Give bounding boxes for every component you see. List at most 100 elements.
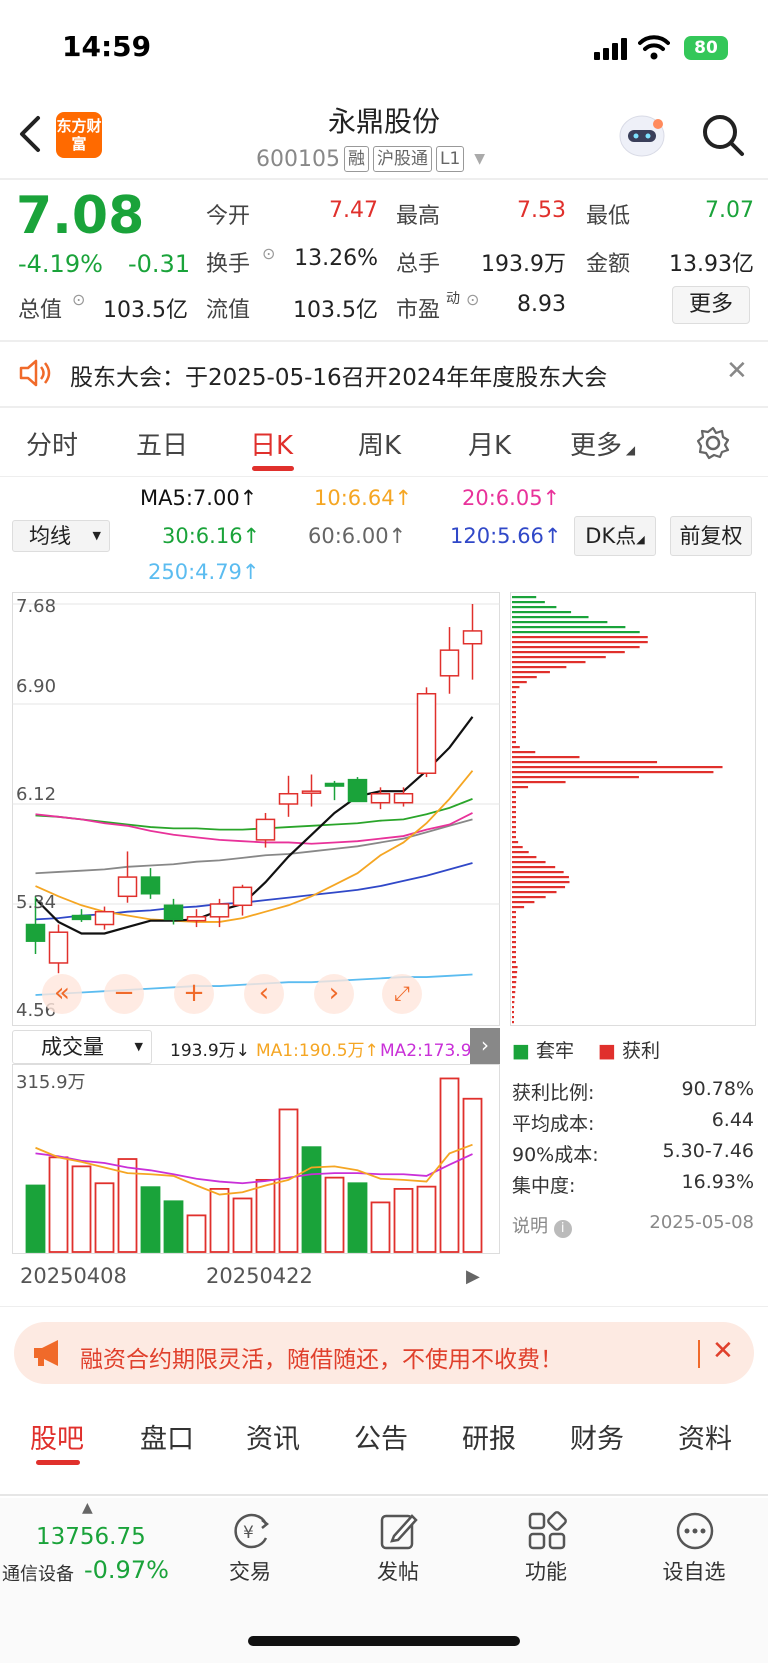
volume-bar (462, 1097, 483, 1253)
robot-assistant-icon[interactable] (614, 110, 670, 160)
tab-more[interactable]: 更多 ◢ (570, 425, 635, 462)
chip-bar (512, 801, 516, 804)
tab-research[interactable]: 研报 (462, 1417, 516, 1456)
more-button[interactable]: 更多 (672, 286, 750, 324)
chip-bar (512, 971, 518, 974)
battery-indicator: 80 (684, 36, 728, 60)
nav-functions[interactable]: 功能 (496, 1556, 596, 1586)
fullscreen-icon[interactable]: ⤢ (382, 974, 422, 1014)
chip-bar (512, 761, 658, 764)
volume-bar (140, 1186, 161, 1253)
chip-bar (512, 736, 516, 739)
chip-label-concentration: 集中度: (512, 1175, 576, 1197)
info-dots-icon[interactable]: ⊙ (262, 244, 275, 263)
ma30-line (35, 798, 473, 831)
chip-bar (512, 641, 648, 644)
chip-bar (512, 601, 545, 604)
kline-chart[interactable] (12, 592, 500, 1026)
legend-loss: ■ 套牢 (512, 1040, 575, 1062)
tab-finance[interactable]: 财务 (570, 1417, 624, 1456)
chip-value-avg-cost: 6.44 (711, 1109, 754, 1131)
chip-bar (512, 711, 516, 714)
zoom-in-icon[interactable]: + (174, 974, 214, 1014)
settings-gear-icon[interactable] (696, 426, 730, 460)
chip-bar (512, 901, 535, 904)
chip-bar (512, 701, 516, 704)
chip-bar (512, 776, 639, 779)
stock-code-row[interactable]: 600105 融 沪股通 L1 ▼ (256, 146, 485, 172)
scroll-left-icon[interactable]: ‹ (244, 974, 284, 1014)
rewind-icon[interactable]: « (42, 974, 82, 1014)
chip-value-profit-ratio: 90.78% (681, 1078, 754, 1100)
nav-post[interactable]: 发帖 (348, 1556, 448, 1586)
candle-body (347, 778, 368, 803)
more-dots-icon[interactable] (674, 1510, 716, 1552)
candle-body (416, 692, 437, 774)
notice-text[interactable]: 股东大会：于2025-05-16召开2024年年度股东大会 (70, 358, 607, 392)
turnover-label: 换手 (206, 252, 251, 277)
chip-bar (512, 1006, 514, 1009)
search-icon[interactable] (700, 112, 748, 160)
chip-bar (512, 791, 516, 794)
index-value[interactable]: 13756.75 (36, 1524, 146, 1550)
volume-bar (301, 1146, 322, 1253)
tab-five-day[interactable]: 五日 (136, 425, 188, 462)
chip-bar (512, 881, 570, 884)
dk-point-button[interactable]: DK点◢ (574, 516, 656, 556)
chip-bar (512, 671, 550, 674)
chip-bar (512, 681, 527, 684)
candle-body (324, 782, 345, 787)
tab-pankou[interactable]: 盘口 (140, 1417, 194, 1456)
tab-monthly-k[interactable]: 月K (468, 425, 511, 462)
functions-grid-icon[interactable] (526, 1510, 568, 1552)
chip-bar (512, 876, 569, 879)
index-name[interactable]: 通信设备 (2, 1560, 74, 1586)
indicator-selector[interactable]: 均线 ▼ (12, 520, 110, 552)
tab-daily-k[interactable]: 日K (250, 425, 293, 462)
change-percent: -4.19% (18, 250, 103, 278)
banner-close-icon[interactable]: ✕ (712, 1336, 734, 1366)
quote-divider (0, 340, 768, 342)
tab-intraday[interactable]: 分时 (26, 425, 78, 462)
nav-trade[interactable]: 交易 (200, 1556, 300, 1586)
chip-bar (512, 951, 516, 954)
volume-bar (71, 1165, 92, 1253)
tab-guba[interactable]: 股吧 (30, 1417, 84, 1456)
zoom-out-icon[interactable]: − (104, 974, 144, 1014)
tab-announcements[interactable]: 公告 (354, 1417, 408, 1456)
ma60-value: 60:6.00↑ (308, 524, 407, 548)
chip-bar (512, 721, 516, 724)
tab-profile[interactable]: 资料 (678, 1417, 732, 1456)
price-axis-4: 5.34 (16, 892, 57, 913)
compose-post-icon[interactable] (378, 1510, 420, 1552)
notice-divider (0, 406, 768, 408)
adjust-button[interactable]: 前复权 (670, 516, 752, 556)
volume-bar (25, 1184, 46, 1253)
nav-add-watchlist[interactable]: 设自选 (644, 1556, 744, 1586)
tab-news[interactable]: 资讯 (246, 1417, 300, 1456)
chip-bar (512, 996, 515, 999)
info-dots-icon[interactable]: ⊙ (466, 290, 479, 309)
chip-bar (512, 751, 536, 754)
ma120-value: 120:5.66↑ (450, 524, 562, 548)
chip-bar (512, 981, 517, 984)
chip-bar (512, 781, 566, 784)
index-change[interactable]: -0.97% (84, 1556, 169, 1584)
chip-bar (512, 961, 516, 964)
close-icon[interactable]: ✕ (726, 356, 748, 386)
chip-note-link[interactable]: 说明 i (512, 1212, 572, 1238)
content-tabs-divider (0, 1494, 768, 1496)
chip-bar (512, 1001, 515, 1004)
chip-bar (512, 861, 546, 864)
tab-weekly-k[interactable]: 周K (358, 425, 401, 462)
pe-superscript: 动 (446, 291, 460, 307)
candle-body (48, 931, 69, 964)
info-dots-icon[interactable]: ⊙ (72, 290, 85, 309)
play-forward-icon[interactable]: ▶ (466, 1266, 480, 1287)
collapse-chip-icon[interactable]: › (470, 1028, 500, 1064)
trade-yen-icon[interactable]: ¥ (230, 1510, 272, 1552)
scroll-right-icon[interactable]: › (314, 974, 354, 1014)
volume-indicator-selector[interactable]: 成交量 ▼ (12, 1030, 152, 1064)
chip-bar (512, 631, 640, 634)
home-indicator[interactable] (248, 1636, 520, 1646)
